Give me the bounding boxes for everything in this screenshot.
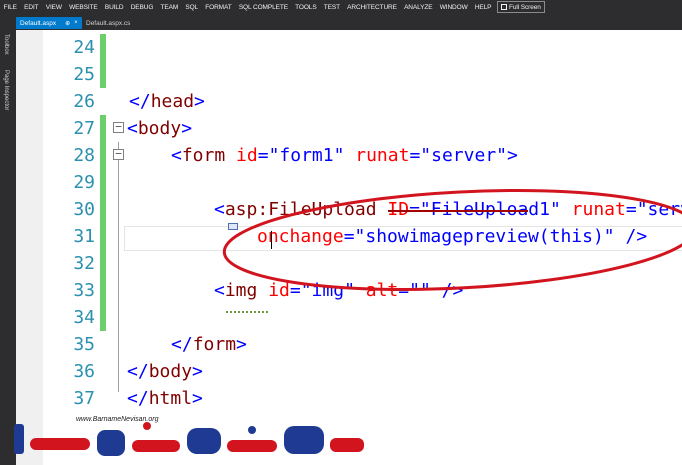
code-line-28: 28 − <form id="form1" runat="server"> [16,142,682,169]
tab-label: Default.aspx.cs [86,19,131,27]
menu-architecture[interactable]: ARCHITECTURE [344,4,401,11]
full-screen-button[interactable]: Full Screen [497,1,545,13]
page-inspector-tab[interactable]: Page Inspector [3,70,9,110]
change-marker [100,142,106,169]
menu-sql-complete[interactable]: SQL COMPLETE [235,4,291,11]
code-line-30: 30 <asp:FileUpload ID="FileUpload1" runa… [16,196,682,223]
line-number: 37 [73,388,95,409]
code-text: </html> [127,388,203,409]
line-number: 25 [73,64,95,85]
line-number: 30 [73,199,95,220]
menu-sql[interactable]: SQL [182,4,202,11]
menu-file[interactable]: FILE [0,4,21,11]
change-marker [100,61,106,88]
code-text: </body> [127,361,203,382]
left-tool-sidebar: Toolbox Page Inspector [0,30,16,465]
change-marker [100,223,106,250]
change-marker [100,250,106,277]
menu-debug[interactable]: DEBUG [127,4,157,11]
code-text: onchange="showimagepreview(this)" /> [257,226,648,247]
barnamenevisan-logo [14,422,364,456]
code-text: <img id="img" alt="" /> [214,280,464,301]
watermark-url: www.BarnameNevisan.org [76,416,159,423]
line-number: 36 [73,361,95,382]
close-icon[interactable]: × [74,20,78,26]
menu-format[interactable]: FORMAT [202,4,236,11]
line-number: 29 [73,172,95,193]
menu-analyze[interactable]: ANALYZE [400,4,436,11]
code-line-31: 31 onchange="showimagepreview(this)" /> [16,223,682,250]
full-screen-icon [501,4,507,10]
menu-edit[interactable]: EDIT [21,4,43,11]
smart-tag-icon[interactable] [228,223,238,230]
menu-view[interactable]: VIEW [42,4,65,11]
line-number: 24 [73,37,95,58]
menu-team[interactable]: TEAM [157,4,182,11]
text-cursor [271,231,272,249]
code-line-27: 27 − <body> [16,115,682,142]
menu-help[interactable]: HELP [471,4,495,11]
change-marker [100,115,106,142]
line-number: 26 [73,91,95,112]
code-text: </form> [171,334,247,355]
code-line-32: 32 [16,250,682,277]
document-tab-bar: Default.aspx ⊕ × Default.aspx.cs [0,14,682,30]
line-number: 32 [73,253,95,274]
tab-label: Default.aspx [20,19,57,27]
line-number: 27 [73,118,95,139]
code-line-24: 24 [16,34,682,61]
code-text: <form id="form1" runat="server"> [171,145,518,166]
code-text: </head> [129,91,205,112]
line-number: 33 [73,280,95,301]
code-line-36: 36 </body> [16,358,682,385]
menu-build[interactable]: BUILD [101,4,127,11]
code-editor[interactable]: 24 25 26 </head> 27 − <body> 28 − <form … [16,30,682,465]
menu-test[interactable]: TEST [320,4,343,11]
code-line-33: 33 <img id="img" alt="" /> [16,277,682,304]
tab-default-aspx[interactable]: Default.aspx ⊕ × [16,17,82,29]
code-line-26: 26 </head> [16,88,682,115]
change-marker [100,34,106,61]
line-number: 31 [73,226,95,247]
pin-icon[interactable]: ⊕ [65,20,70,27]
menu-window[interactable]: WINDOW [436,4,471,11]
code-line-29: 29 [16,169,682,196]
line-number: 35 [73,334,95,355]
code-line-35: 35 </form> [16,331,682,358]
annotation-strike-mark [388,210,528,212]
change-marker [100,304,106,331]
line-number: 28 [73,145,95,166]
menu-tools[interactable]: TOOLS [292,4,321,11]
code-line-37: 37 </html> [16,385,682,412]
change-marker [100,277,106,304]
warning-squiggle [226,307,268,313]
change-marker [100,169,106,196]
full-screen-label: Full Screen [509,3,541,11]
collapse-icon[interactable]: − [113,148,124,160]
code-line-34: 34 [16,304,682,331]
code-line-25: 25 [16,61,682,88]
toolbox-tab[interactable]: Toolbox [3,34,9,55]
change-marker [100,196,106,223]
menu-bar: FILE EDIT VIEW WEBSITE BUILD DEBUG TEAM … [0,0,682,14]
collapse-icon[interactable]: − [113,121,124,133]
line-number: 34 [73,307,95,328]
tab-default-aspx-cs[interactable]: Default.aspx.cs [82,17,134,29]
code-text: <body> [127,118,193,139]
menu-website[interactable]: WEBSITE [66,4,102,11]
